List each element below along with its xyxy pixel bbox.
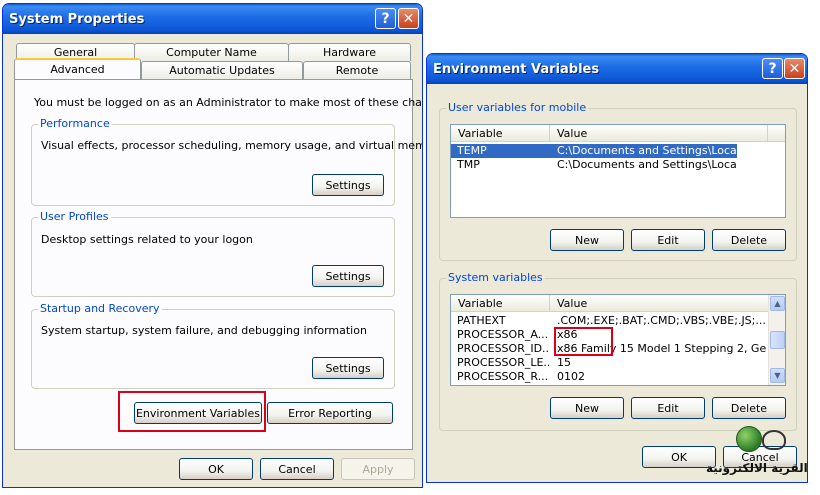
user-variables-legend: User variables for mobile bbox=[446, 101, 589, 114]
startup-recovery-settings-button[interactable]: Settings bbox=[312, 357, 384, 379]
system-var-value: x86 Family 15 Model 1 Stepping 2, Genu..… bbox=[557, 342, 767, 355]
system-list-header: Variable Value bbox=[451, 295, 770, 312]
advanced-tab-panel: You must be logged on as an Administrato… bbox=[14, 79, 422, 450]
performance-legend: Performance bbox=[38, 117, 112, 130]
tab-advanced[interactable]: Advanced bbox=[14, 58, 141, 79]
admin-note: You must be logged on as an Administrato… bbox=[34, 96, 423, 109]
system-variables-legend: System variables bbox=[446, 271, 545, 284]
system-variables-group: System variables Variable Value PATHEXT … bbox=[439, 271, 797, 431]
system-properties-window: System Properties ? ✕ General Computer N… bbox=[2, 3, 423, 488]
user-profiles-settings-button[interactable]: Settings bbox=[312, 265, 384, 287]
system-var-row[interactable]: PROCESSOR_A... x86 bbox=[451, 328, 770, 342]
watermark-text: القرية الالكترونية bbox=[706, 461, 808, 475]
system-var-name: PROCESSOR_R... bbox=[457, 370, 549, 383]
system-var-value: 15 bbox=[557, 356, 571, 369]
system-var-value: x86 bbox=[557, 328, 578, 341]
system-var-row[interactable]: PROCESSOR_R... 0102 bbox=[451, 370, 770, 384]
user-var-name: TEMP bbox=[457, 144, 487, 157]
close-icon[interactable]: ✕ bbox=[398, 8, 419, 29]
system-col-variable[interactable]: Variable bbox=[451, 295, 550, 312]
performance-description: Visual effects, processor scheduling, me… bbox=[41, 139, 423, 152]
system-var-name: PROCESSOR_ID... bbox=[457, 342, 549, 355]
gear-logo-icon bbox=[762, 430, 786, 450]
system-var-row[interactable]: PROCESSOR_LE... 15 bbox=[451, 356, 770, 370]
system-delete-button[interactable]: Delete bbox=[712, 397, 786, 419]
system-var-value: .COM;.EXE;.BAT;.CMD;.VBS;.VBE;.JS;.... bbox=[557, 314, 767, 327]
env-close-icon[interactable]: ✕ bbox=[784, 58, 805, 79]
user-col-value[interactable]: Value bbox=[550, 125, 768, 142]
env-title: Environment Variables bbox=[433, 61, 600, 77]
help-icon[interactable]: ? bbox=[375, 8, 396, 29]
user-delete-button[interactable]: Delete bbox=[712, 229, 786, 251]
system-properties-titlebar[interactable]: System Properties bbox=[3, 4, 422, 34]
user-col-variable[interactable]: Variable bbox=[451, 125, 550, 142]
system-new-button[interactable]: New bbox=[550, 397, 624, 419]
performance-settings-button[interactable]: Settings bbox=[312, 174, 384, 196]
system-var-name: PROCESSOR_LE... bbox=[457, 356, 549, 369]
user-list-header: Variable Value bbox=[451, 125, 785, 142]
user-var-row[interactable]: TMP C:\Documents and Settings\Loca... bbox=[451, 158, 785, 172]
sys-apply-button[interactable]: Apply bbox=[341, 458, 415, 480]
user-var-value: C:\Documents and Settings\Loca... bbox=[557, 158, 737, 171]
env-ok-button[interactable]: OK bbox=[642, 446, 716, 468]
user-edit-button[interactable]: Edit bbox=[631, 229, 705, 251]
system-var-name: PATHEXT bbox=[457, 314, 506, 327]
user-profiles-group: User Profiles Desktop settings related t… bbox=[31, 210, 395, 297]
system-var-name: PROCESSOR_A... bbox=[457, 328, 549, 341]
scroll-down-icon[interactable]: ▼ bbox=[770, 368, 785, 383]
system-var-value: 0102 bbox=[557, 370, 585, 383]
startup-recovery-legend: Startup and Recovery bbox=[38, 302, 162, 315]
environment-variables-window: Environment Variables ? ✕ User variables… bbox=[426, 53, 808, 483]
scroll-up-icon[interactable]: ▲ bbox=[770, 296, 785, 311]
error-reporting-button[interactable]: Error Reporting bbox=[267, 402, 393, 424]
startup-recovery-group: Startup and Recovery System startup, sys… bbox=[31, 302, 395, 389]
user-variables-group: User variables for mobile Variable Value… bbox=[439, 101, 797, 261]
tab-automatic-updates[interactable]: Automatic Updates bbox=[141, 61, 303, 79]
system-edit-button[interactable]: Edit bbox=[631, 397, 705, 419]
user-profiles-legend: User Profiles bbox=[38, 210, 111, 223]
performance-group: Performance Visual effects, processor sc… bbox=[31, 117, 422, 206]
system-properties-title: System Properties bbox=[9, 11, 145, 27]
tab-remote[interactable]: Remote bbox=[303, 61, 411, 79]
user-profiles-description: Desktop settings related to your logon bbox=[41, 233, 253, 246]
env-titlebar[interactable]: Environment Variables bbox=[427, 54, 807, 84]
system-var-row[interactable]: PROCESSOR_ID... x86 Family 15 Model 1 St… bbox=[451, 342, 770, 356]
user-new-button[interactable]: New bbox=[550, 229, 624, 251]
system-variables-list[interactable]: Variable Value PATHEXT .COM;.EXE;.BAT;.C… bbox=[450, 294, 786, 386]
sys-ok-button[interactable]: OK bbox=[179, 458, 253, 480]
globe-logo-icon bbox=[736, 426, 762, 452]
environment-variables-button[interactable]: Environment Variables bbox=[134, 402, 262, 424]
user-variables-list[interactable]: Variable Value TEMP C:\Documents and Set… bbox=[450, 124, 786, 218]
tab-hardware[interactable]: Hardware bbox=[288, 43, 411, 61]
user-var-value: C:\Documents and Settings\Loca... bbox=[557, 144, 737, 157]
user-var-name: TMP bbox=[457, 158, 480, 171]
tab-computer-name[interactable]: Computer Name bbox=[134, 43, 289, 61]
system-list-scrollbar[interactable]: ▲ ▼ bbox=[768, 295, 785, 385]
user-var-row[interactable]: TEMP C:\Documents and Settings\Loca... bbox=[451, 144, 737, 158]
system-col-value[interactable]: Value bbox=[550, 295, 770, 312]
system-var-row[interactable]: PATHEXT .COM;.EXE;.BAT;.CMD;.VBS;.VBE;.J… bbox=[451, 314, 770, 328]
sys-cancel-button[interactable]: Cancel bbox=[260, 458, 334, 480]
env-help-icon[interactable]: ? bbox=[762, 58, 783, 79]
scroll-thumb[interactable] bbox=[770, 331, 785, 349]
startup-recovery-description: System startup, system failure, and debu… bbox=[41, 324, 367, 337]
